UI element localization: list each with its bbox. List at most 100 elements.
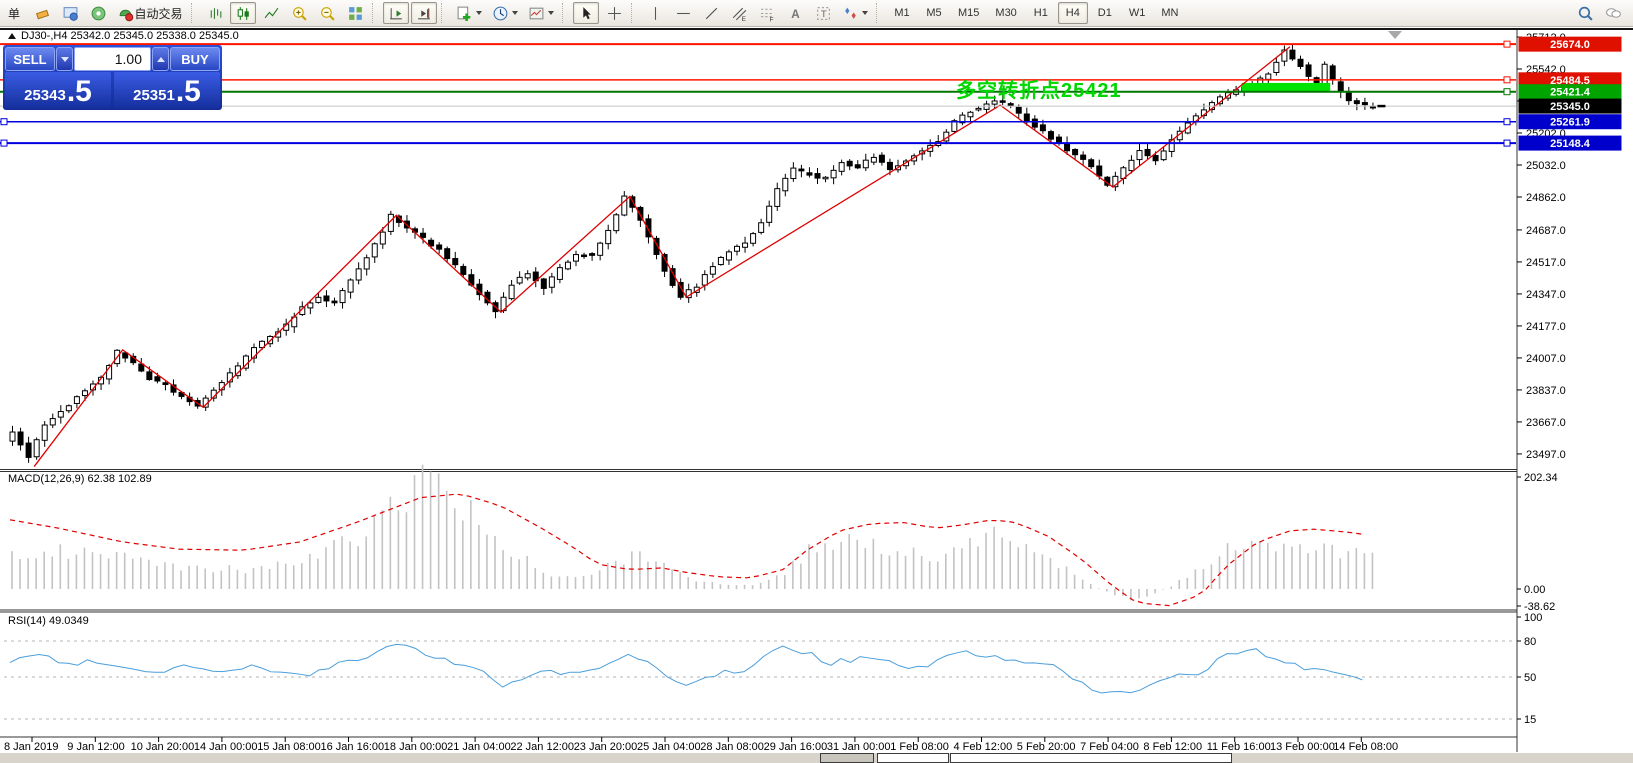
zoom-in-button[interactable]	[286, 2, 312, 24]
svg-text:22 Jan 12:00: 22 Jan 12:00	[510, 741, 574, 753]
svg-text:8 Jan 2019: 8 Jan 2019	[4, 741, 58, 753]
line-chart-icon	[263, 5, 280, 22]
window-tab[interactable]	[820, 753, 874, 763]
chevron-down-icon	[862, 11, 868, 15]
horizontal-line-button[interactable]	[670, 2, 696, 24]
zoom-out-icon	[319, 5, 336, 22]
templates-icon	[528, 5, 545, 22]
timeframe-W1[interactable]: W1	[1122, 2, 1153, 24]
trendline-icon	[703, 5, 720, 22]
buy-button[interactable]: BUY	[170, 47, 220, 71]
svg-text:15: 15	[1524, 714, 1536, 726]
timeframe-D1[interactable]: D1	[1090, 2, 1120, 24]
window-tab[interactable]	[877, 753, 949, 763]
text-label-button[interactable]: T	[810, 2, 836, 24]
chart-title-text: DJ30-,H4 25342.0 25345.0 25338.0 25345.0	[21, 30, 239, 42]
timeframe-MN[interactable]: MN	[1154, 2, 1185, 24]
cursor-button[interactable]	[573, 2, 599, 24]
bar-chart-icon	[207, 5, 224, 22]
autotrading-button[interactable]: 自动交易	[113, 2, 187, 24]
svg-text:25345.0: 25345.0	[1550, 101, 1590, 113]
svg-text:24177.0: 24177.0	[1526, 321, 1566, 333]
crosshair-button[interactable]	[601, 2, 627, 24]
svg-text:18 Jan 00:00: 18 Jan 00:00	[384, 741, 448, 753]
indicators-icon	[456, 5, 473, 22]
volume-input[interactable]	[75, 50, 150, 68]
svg-text:24687.0: 24687.0	[1526, 225, 1566, 237]
zoom-out-button[interactable]	[314, 2, 340, 24]
svg-text:E: E	[741, 15, 745, 21]
vertical-line-button[interactable]	[642, 2, 668, 24]
timeframe-M5[interactable]: M5	[919, 2, 949, 24]
vertical-line-icon	[647, 5, 664, 22]
indicators-button[interactable]	[452, 2, 486, 24]
svg-text:24862.0: 24862.0	[1526, 192, 1566, 204]
autotrading-label: 自动交易	[134, 5, 182, 22]
equidistant-channel-button[interactable]: E	[726, 2, 752, 24]
timeframe-H1[interactable]: H1	[1026, 2, 1056, 24]
auto-scroll-button[interactable]	[383, 2, 409, 24]
timeframe-M1[interactable]: M1	[887, 2, 917, 24]
svg-text:4 Feb 12:00: 4 Feb 12:00	[954, 741, 1013, 753]
autotrading-icon	[117, 5, 134, 22]
svg-text:25261.9: 25261.9	[1550, 117, 1590, 129]
sell-price-fraction: .5	[67, 78, 92, 106]
chart-shift-button[interactable]	[411, 2, 437, 24]
cursor-icon	[578, 5, 595, 22]
svg-text:F: F	[769, 16, 773, 22]
macd-label: MACD(12,26,9) 62.38 102.89	[8, 473, 152, 485]
svg-text:1 Feb 08:00: 1 Feb 08:00	[890, 741, 949, 753]
timeframe-H4[interactable]: H4	[1058, 2, 1088, 24]
zoom-in-icon	[291, 5, 308, 22]
terminal-button[interactable]	[57, 2, 83, 24]
svg-text:7 Feb 04:00: 7 Feb 04:00	[1080, 741, 1139, 753]
svg-text:11 Feb 16:00: 11 Feb 16:00	[1207, 741, 1271, 753]
triangle-down-icon	[61, 57, 69, 62]
svg-text:8 Feb 12:00: 8 Feb 12:00	[1143, 741, 1202, 753]
signals-button[interactable]	[85, 2, 111, 24]
svg-text:24517.0: 24517.0	[1526, 257, 1566, 269]
arrows-button[interactable]	[838, 2, 872, 24]
timeframe-M15[interactable]: M15	[951, 2, 986, 24]
chart-canvas[interactable]: 25712.025542.025372.025202.025032.024862…	[0, 0, 1633, 763]
volume-decrease-button[interactable]	[56, 47, 73, 71]
volume-increase-button[interactable]	[152, 47, 169, 71]
candlestick-chart-icon	[235, 5, 252, 22]
search-button[interactable]	[1572, 2, 1598, 24]
search-icon	[1577, 5, 1594, 22]
signals-icon	[90, 5, 107, 22]
svg-text:23667.0: 23667.0	[1526, 417, 1566, 429]
candlestick-chart-button[interactable]	[230, 2, 256, 24]
eraser-button[interactable]	[29, 2, 55, 24]
chart-annotation: 多空转折点25421	[956, 74, 1122, 103]
periods-button[interactable]	[488, 2, 522, 24]
text-button[interactable]: A	[782, 2, 808, 24]
svg-text:0.00: 0.00	[1524, 584, 1545, 596]
svg-text:15 Jan 08:00: 15 Jan 08:00	[257, 741, 321, 753]
buy-price-button[interactable]: 25351.5	[114, 72, 220, 108]
svg-text:24347.0: 24347.0	[1526, 289, 1566, 301]
chevron-down-icon	[548, 11, 554, 15]
horizontal-line-icon	[675, 5, 692, 22]
buy-price-fraction: .5	[176, 78, 201, 106]
bar-chart-button[interactable]	[202, 2, 228, 24]
svg-text:25148.4: 25148.4	[1550, 138, 1591, 150]
text-icon: A	[787, 5, 804, 22]
collapse-panel-icon[interactable]	[8, 33, 16, 39]
line-chart-button[interactable]	[258, 2, 284, 24]
tile-windows-button[interactable]	[342, 2, 368, 24]
trendline-button[interactable]	[698, 2, 724, 24]
fibonacci-button[interactable]: F	[754, 2, 780, 24]
timeframe-M30[interactable]: M30	[988, 2, 1023, 24]
templates-button[interactable]	[524, 2, 558, 24]
sell-button[interactable]: SELL	[5, 47, 55, 71]
svg-text:10 Jan 20:00: 10 Jan 20:00	[131, 741, 195, 753]
new-order-button[interactable]: 单	[1, 2, 27, 24]
svg-text:50: 50	[1524, 672, 1536, 684]
chat-button[interactable]	[1600, 2, 1626, 24]
window-tab[interactable]	[950, 753, 1232, 763]
svg-text:23 Jan 20:00: 23 Jan 20:00	[574, 741, 638, 753]
svg-text:202.34: 202.34	[1524, 472, 1558, 484]
sell-price-button[interactable]: 25343.5	[5, 72, 111, 108]
timeframe-bar: M1M5M15M30H1H4D1W1MN	[886, 2, 1186, 24]
